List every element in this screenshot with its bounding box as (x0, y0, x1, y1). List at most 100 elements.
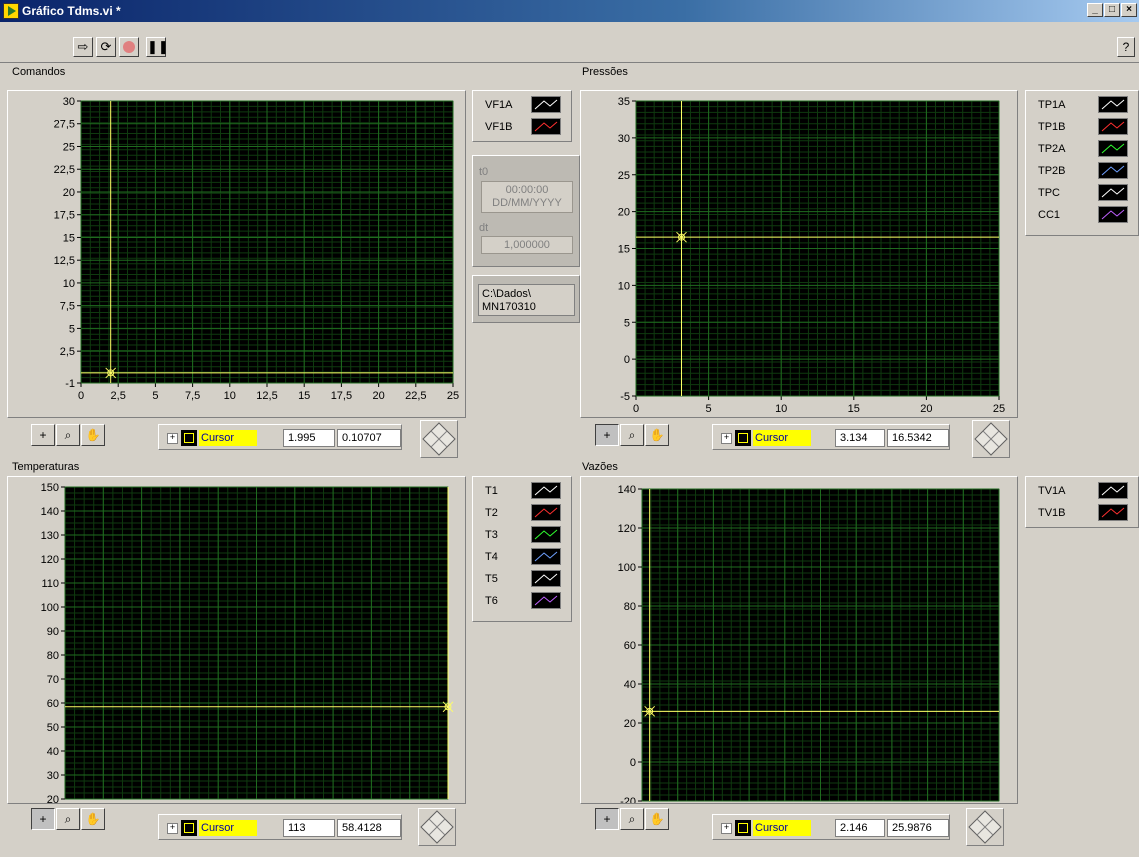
zoom-tool-icon[interactable]: ⌕ (56, 424, 80, 446)
x-tick-label: 15 (298, 390, 310, 402)
legend-swatch-tv1b[interactable] (1098, 504, 1128, 521)
legend-swatch-cc1[interactable] (1098, 206, 1128, 223)
legend-label-tpc: TPC (1038, 187, 1060, 199)
run-arrow-icon[interactable]: ⇨ (73, 37, 93, 57)
legend-swatch-t1[interactable] (531, 482, 561, 499)
y-tick-label: 20 (47, 794, 59, 803)
pressoes-cursor-legend[interactable]: + Cursor 3.134 16.5342 (712, 424, 950, 450)
run-continuous-icon[interactable]: ⟳ (96, 37, 116, 57)
cursor-y-value[interactable]: 16.5342 (887, 429, 949, 447)
cursor-y-value[interactable]: 0.10707 (337, 429, 401, 447)
legend-swatch-t3[interactable] (531, 526, 561, 543)
help-icon[interactable]: ? (1117, 37, 1135, 57)
comandos-label: Comandos (12, 66, 66, 78)
expand-icon[interactable]: + (167, 823, 178, 834)
cursor-name[interactable]: Cursor (199, 820, 257, 836)
x-tick-label: 25 (447, 390, 459, 402)
abort-icon[interactable] (119, 37, 139, 57)
legend-label-t2: T2 (485, 507, 498, 519)
pressoes-graph[interactable]: 0 5 10 15 20 25 35 30 25 20 15 10 5 0 -5 (580, 90, 1018, 418)
y-tick-label: 35 (618, 96, 630, 108)
pan-hand-tool-icon[interactable]: ✋ (645, 424, 669, 446)
zoom-tool-icon[interactable]: ⌕ (56, 808, 80, 830)
close-button[interactable]: × (1121, 3, 1137, 17)
y-tick-label: 30 (47, 770, 59, 782)
file-path-line1: C:\Dados\ (482, 288, 531, 300)
cursor-name[interactable]: Cursor (753, 820, 811, 836)
pan-hand-tool-icon[interactable]: ✋ (645, 808, 669, 830)
vazoes-plot-legend[interactable]: TV1A TV1B (1025, 476, 1139, 528)
comandos-cursor-legend[interactable]: + Cursor 1.995 0.10707 (158, 424, 402, 450)
cursor-y-value[interactable]: 58.4128 (337, 819, 401, 837)
y-tick-label: 30 (618, 133, 630, 145)
legend-swatch-tp1b[interactable] (1098, 118, 1128, 135)
legend-swatch-t6[interactable] (531, 592, 561, 609)
vazoes-cursor-legend[interactable]: + Cursor 2.146 25.9876 (712, 814, 950, 840)
legend-swatch-t2[interactable] (531, 504, 561, 521)
vazoes-graph[interactable]: 140 120 100 80 60 40 20 0 -20 (580, 476, 1018, 804)
temperaturas-label: Temperaturas (12, 461, 80, 473)
cursor-move-tool-icon[interactable]: + (595, 808, 619, 830)
cursor-style-icon[interactable] (735, 820, 751, 836)
window-controls: _ □ × (1087, 3, 1137, 17)
temperaturas-graph[interactable]: 150 140 130 120 110 100 90 80 70 60 50 40 30 20 (7, 476, 466, 804)
expand-icon[interactable]: + (167, 433, 178, 444)
cursor-x-value[interactable]: 113 (283, 819, 335, 837)
cursor-move-tool-icon[interactable]: + (595, 424, 619, 446)
graph-canvas[interactable]: 0 5 10 15 20 2535302520151050-5 (581, 91, 1017, 417)
legend-swatch-tp2a[interactable] (1098, 140, 1128, 157)
legend-swatch-t4[interactable] (531, 548, 561, 565)
pan-hand-tool-icon[interactable]: ✋ (81, 424, 105, 446)
y-tick-label: 150 (41, 482, 59, 494)
cursor-movement-diamond-icon[interactable] (966, 808, 1004, 846)
cursor-movement-diamond-icon[interactable] (418, 808, 456, 846)
maximize-button[interactable]: □ (1104, 3, 1120, 17)
graph-canvas[interactable]: 0 2,5 5 7,5 10 12,5 15 17,5 20 22,5 25 30 27,5 25 22,5… (8, 91, 465, 417)
y-tick-label: 25 (618, 170, 630, 182)
zoom-tool-icon[interactable]: ⌕ (620, 808, 644, 830)
cursor-style-icon[interactable] (181, 430, 197, 446)
x-tick-label: 22,5 (405, 390, 426, 402)
pressoes-plot-legend[interactable]: TP1A TP1B TP2A TP2B TPC CC1 (1025, 90, 1139, 236)
cursor-x-value[interactable]: 2.146 (835, 819, 885, 837)
y-tick-label: 0 (624, 354, 630, 366)
cursor-name[interactable]: Cursor (753, 430, 811, 446)
x-tick-label: 25 (993, 403, 1005, 415)
y-tick-label: 140 (41, 506, 59, 518)
cursor-movement-diamond-icon[interactable] (972, 420, 1010, 458)
cursor-movement-diamond-icon[interactable] (420, 420, 458, 458)
expand-icon[interactable]: + (721, 823, 732, 834)
temperaturas-cursor-legend[interactable]: + Cursor 113 58.4128 (158, 814, 402, 840)
cursor-x-value[interactable]: 1.995 (283, 429, 335, 447)
temperaturas-plot-legend[interactable]: T1 T2 T3 T4 T5 T6 (472, 476, 572, 622)
legend-swatch-tv1a[interactable] (1098, 482, 1128, 499)
minimize-button[interactable]: _ (1087, 3, 1103, 17)
legend-label-vf1a: VF1A (485, 99, 513, 111)
graph-canvas[interactable]: 150 140 130 120 110 100 90 80 70 60 50 40 30 20 (8, 477, 465, 803)
y-tick-label: 120 (41, 554, 59, 566)
cursor-x-value[interactable]: 3.134 (835, 429, 885, 447)
cursor-y-value[interactable]: 25.9876 (887, 819, 949, 837)
title-bar: Gráfico Tdms.vi * _ □ × (0, 0, 1139, 22)
cursor-name[interactable]: Cursor (199, 430, 257, 446)
cursor-move-tool-icon[interactable]: + (31, 808, 55, 830)
legend-swatch-vf1a[interactable] (531, 96, 561, 113)
legend-swatch-tpc[interactable] (1098, 184, 1128, 201)
graph-canvas[interactable]: 140 120 100 80 60 40 20 0 -20 (581, 477, 1017, 803)
cursor-style-icon[interactable] (735, 430, 751, 446)
cursor-style-icon[interactable] (181, 820, 197, 836)
comandos-graph[interactable]: 0 2,5 5 7,5 10 12,5 15 17,5 20 22,5 25 30 27,5 25 22,5… (7, 90, 466, 418)
comandos-plot-legend[interactable]: VF1A VF1B (472, 90, 572, 142)
pause-icon[interactable]: ❚❚ (146, 37, 169, 57)
cursor-move-tool-icon[interactable]: + (31, 424, 55, 446)
legend-swatch-tp2b[interactable] (1098, 162, 1128, 179)
dt-indicator: 1,000000 (481, 236, 573, 254)
y-tick-label: 30 (63, 96, 75, 108)
expand-icon[interactable]: + (721, 433, 732, 444)
zoom-tool-icon[interactable]: ⌕ (620, 424, 644, 446)
legend-swatch-t5[interactable] (531, 570, 561, 587)
y-tick-label: 70 (47, 674, 59, 686)
legend-swatch-vf1b[interactable] (531, 118, 561, 135)
pan-hand-tool-icon[interactable]: ✋ (81, 808, 105, 830)
legend-swatch-tp1a[interactable] (1098, 96, 1128, 113)
